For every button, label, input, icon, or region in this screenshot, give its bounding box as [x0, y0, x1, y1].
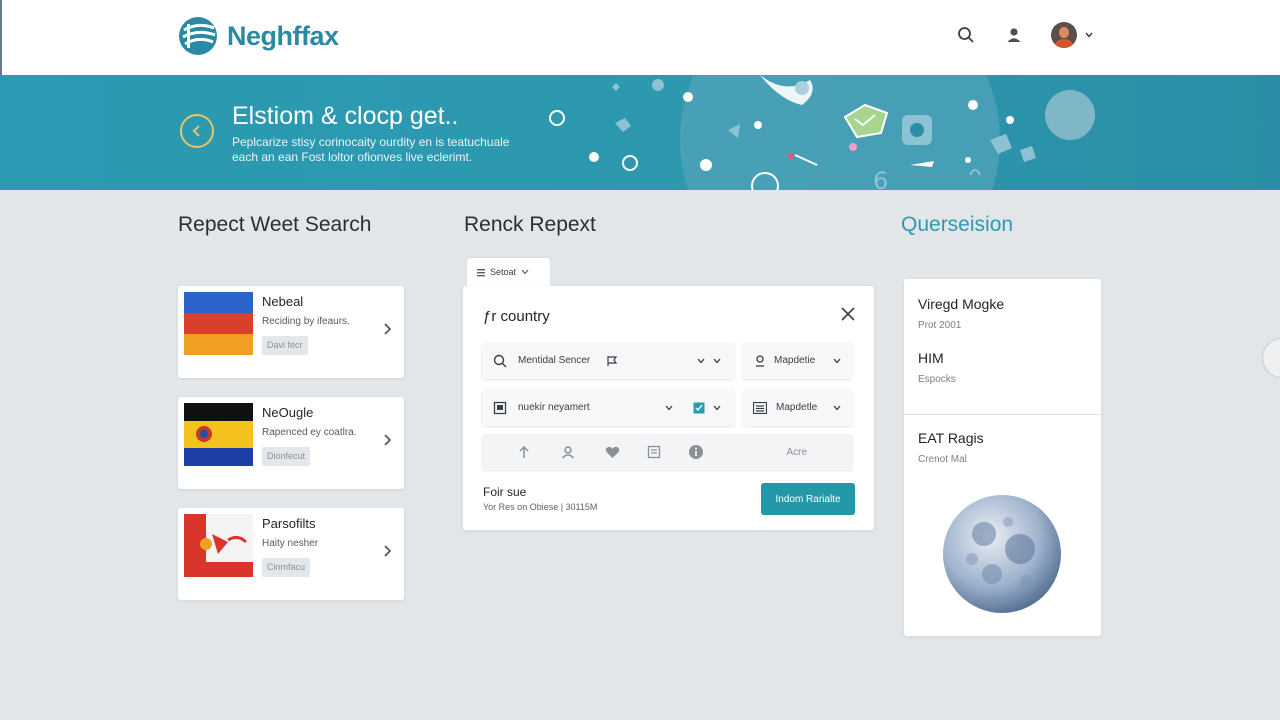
document-icon[interactable]	[646, 444, 662, 460]
hero-banner: Elstiom & clocp get.. Peplcarize stisy c…	[0, 75, 1280, 190]
upload-icon[interactable]	[516, 444, 532, 460]
middle-section-title: Renck Repext	[464, 213, 596, 236]
category-field[interactable]: nuekir neyamert	[482, 389, 735, 426]
flag-marker-icon	[604, 353, 620, 369]
card-title: Nebeal	[262, 294, 304, 309]
brand-name: Neghffax	[227, 20, 339, 51]
layout-select[interactable]: Mapdetle	[742, 389, 853, 426]
chevron-down-icon	[1085, 32, 1093, 38]
layout-select-value: Mapdetle	[776, 402, 818, 413]
search-icon	[492, 353, 508, 369]
moon-image	[943, 495, 1061, 613]
location-pin-icon	[752, 353, 768, 369]
hero-illustration: 6	[549, 75, 1095, 190]
card-tag[interactable]: Dionfecut	[262, 447, 311, 466]
hero-subtitle: Peplcarize stisy corinocaity ourdity en …	[232, 135, 510, 164]
country-card[interactable]: Parsofilts Haity nesher Cinmfacu	[178, 508, 404, 600]
info-item-subtitle: Prot 2001	[918, 320, 962, 331]
search-field[interactable]: Mentidal Sencer	[482, 342, 735, 379]
select-tab-label: Setoat	[490, 267, 517, 277]
grid-list-icon	[752, 400, 768, 416]
chevron-down-icon	[833, 405, 841, 410]
card-description: Rapenced ey coatlra.	[262, 427, 357, 438]
select-tab[interactable]: Setoat	[467, 258, 550, 286]
info-item-title: EAT Ragis	[918, 430, 984, 446]
info-item-title: HIM	[918, 350, 944, 366]
close-icon[interactable]	[840, 306, 856, 322]
divider	[904, 414, 1101, 415]
chevron-right-icon	[384, 323, 392, 335]
chevron-down-icon	[697, 358, 705, 363]
right-section-title[interactable]: Querseision	[901, 213, 1013, 237]
panel-footer-title: Foir sue	[483, 485, 527, 499]
list-icon	[477, 268, 485, 276]
card-title: Parsofilts	[262, 516, 316, 531]
chevron-left-icon	[192, 125, 200, 137]
heart-icon[interactable]	[604, 444, 620, 460]
chevron-down-icon	[521, 269, 529, 275]
country-card[interactable]: Nebeal Reciding by ifeaurs. Davi fecr	[178, 286, 404, 378]
chevron-right-icon	[384, 545, 392, 557]
panel-title: ƒr country	[483, 308, 550, 325]
user-icon[interactable]	[1001, 22, 1027, 48]
card-description: Haity nesher	[262, 538, 319, 549]
chevron-down-icon	[833, 358, 841, 363]
person-icon[interactable]	[560, 444, 576, 460]
hero-title: Elstiom & clocp get..	[232, 102, 459, 130]
chevron-down-icon	[713, 358, 721, 363]
info-item-title: Viregd Mogke	[918, 296, 1005, 312]
card-tag[interactable]: Davi fecr	[262, 336, 308, 355]
flag-image	[184, 403, 253, 466]
info-card: Viregd Mogke Prot 2001 HIM Espocks EAT R…	[904, 279, 1101, 636]
category-field-value: nuekir neyamert	[518, 402, 590, 413]
search-icon[interactable]	[953, 22, 979, 48]
location-select[interactable]: Mapdetie	[742, 342, 853, 379]
panel-footer-subtitle: Yor Res on Obiese | 30115M	[483, 502, 598, 512]
card-title: NeOugle	[262, 405, 314, 420]
info-item-subtitle: Espocks	[918, 374, 956, 385]
country-card[interactable]: NeOugle Rapenced ey coatlra. Dionfecut	[178, 397, 404, 489]
image-icon	[492, 400, 508, 416]
flag-image	[184, 292, 253, 355]
account-menu[interactable]	[1051, 22, 1093, 48]
avatar	[1051, 22, 1077, 48]
left-section-title: Repect Weet Search	[178, 213, 372, 236]
location-select-value: Mapdetie	[774, 355, 816, 366]
checkbox-icon[interactable]	[691, 400, 707, 416]
brand-logo[interactable]: Neghffax	[178, 16, 339, 56]
logo-mark-icon	[179, 17, 217, 55]
info-item-subtitle: Crenot Mal	[918, 454, 967, 465]
icon-toolbar: Acre	[482, 434, 853, 470]
back-button[interactable]	[180, 114, 214, 148]
top-navigation-bar: Neghffax	[0, 0, 1280, 75]
side-panel-handle[interactable]	[1262, 338, 1280, 378]
card-tag[interactable]: Cinmfacu	[262, 558, 311, 577]
info-icon[interactable]	[688, 444, 704, 460]
submit-button[interactable]: Indom Rarialte	[761, 483, 855, 515]
search-field-value: Mentidal Sencer	[518, 355, 591, 366]
more-link[interactable]: Acre	[786, 447, 807, 458]
chevron-down-icon	[713, 405, 721, 410]
chevron-down-icon	[665, 405, 673, 410]
chevron-right-icon	[384, 434, 392, 446]
card-description: Reciding by ifeaurs.	[262, 316, 350, 327]
svg-text:6: 6	[873, 167, 888, 190]
filter-panel: ƒr country Mentidal Sencer Mapdetie nuek…	[463, 286, 874, 530]
flag-image	[184, 514, 253, 577]
